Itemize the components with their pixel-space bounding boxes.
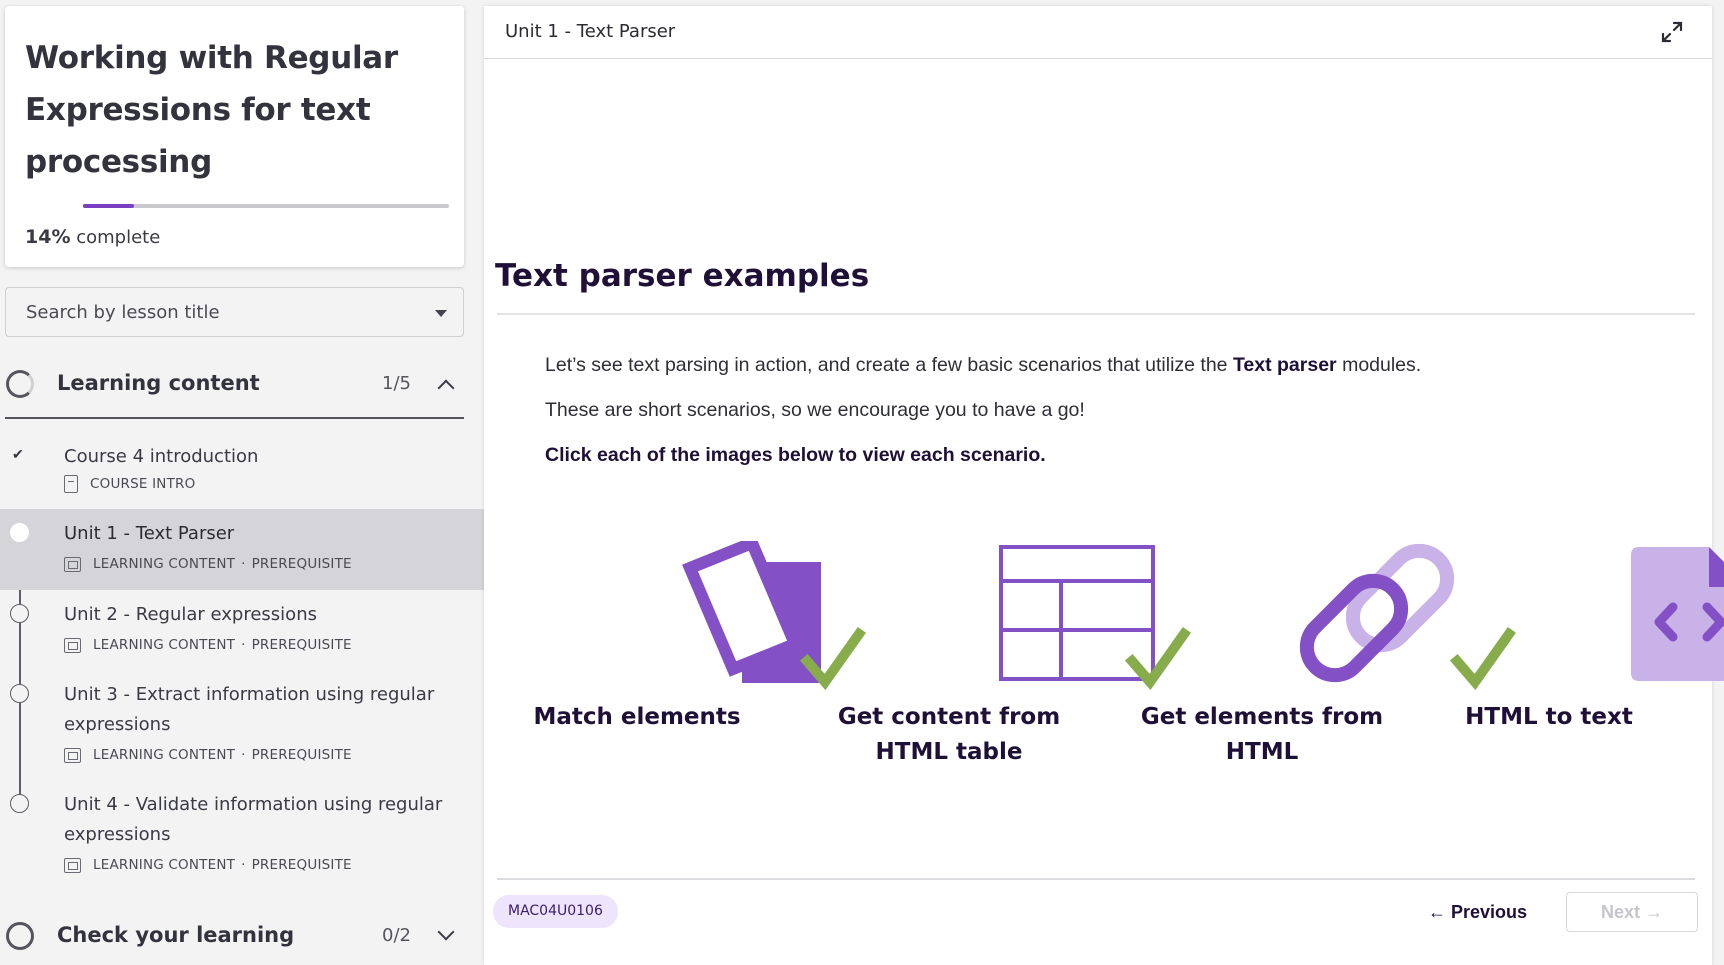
course-sidebar: Working with Regular Expressions for tex…	[0, 0, 484, 965]
section-label: Check your learning	[57, 923, 295, 947]
previous-label: Previous	[1451, 902, 1528, 922]
lesson-header-title: Unit 1 - Text Parser	[505, 21, 676, 42]
progress-bar	[83, 204, 449, 208]
lesson-header: Unit 1 - Text Parser	[484, 6, 1712, 59]
intro-text-bold: Text parser	[1232, 354, 1337, 376]
progress-percent: 14%	[25, 226, 71, 248]
presentation-icon	[64, 747, 81, 763]
lesson-tag: PREREQUISITE	[251, 637, 352, 653]
lesson-title: Unit 4 - Validate information using regu…	[64, 794, 443, 845]
meta-separator: ·	[241, 637, 246, 653]
chevron-up-icon	[437, 379, 455, 397]
previous-button[interactable]: ← Previous	[1428, 895, 1527, 929]
lesson-item-unit-3[interactable]: Unit 3 - Extract information using regul…	[0, 670, 484, 780]
section-progress-ring-icon	[6, 370, 34, 398]
section-progress-ring-icon	[6, 922, 34, 950]
lesson-tag: PREREQUISITE	[251, 747, 352, 763]
scenario-card-html-elements[interactable]: Get elements from HTML	[1132, 541, 1516, 771]
lesson-meta: LEARNING CONTENT · PREREQUISITE	[64, 635, 352, 655]
title-divider	[497, 313, 1695, 315]
expand-icon[interactable]	[1660, 20, 1684, 44]
presentation-icon	[64, 556, 81, 572]
scenario-card-label: Get elements from HTML	[1140, 704, 1384, 765]
scenario-card-html-table[interactable]: Get content from HTML table	[819, 541, 1191, 771]
progress-bar-fill	[83, 204, 135, 208]
code-file-icon	[1631, 547, 1724, 681]
section-divider	[5, 417, 464, 419]
lesson-tag: PREREQUISITE	[251, 857, 352, 873]
lesson-tag: PREREQUISITE	[251, 556, 352, 572]
meta-separator: ·	[241, 857, 246, 873]
encouragement-paragraph: These are short scenarios, so we encoura…	[545, 399, 1085, 421]
lesson-item-unit-2[interactable]: Unit 2 - Regular expressions LEARNING CO…	[0, 590, 484, 670]
lesson-status-dot-icon	[10, 684, 29, 703]
progress-text: 14% complete	[25, 226, 160, 248]
lesson-search-select[interactable]: Search by lesson title	[5, 287, 464, 337]
lesson-status-dot-icon	[10, 604, 29, 623]
lesson-meta: LEARNING CONTENT · PREREQUISITE	[64, 745, 352, 765]
lesson-type: LEARNING CONTENT	[93, 857, 236, 873]
scenario-card-match-elements[interactable]: Match elements	[507, 541, 866, 771]
lesson-type: LEARNING CONTENT	[93, 637, 236, 653]
lesson-meta: COURSE INTRO	[64, 474, 195, 494]
lesson-title: Course 4 introduction	[64, 446, 259, 467]
intro-paragraph: Let’s see text parsing in action, and cr…	[545, 354, 1421, 377]
lesson-meta: LEARNING CONTENT · PREREQUISITE	[64, 554, 352, 574]
chevron-down-icon	[437, 923, 455, 941]
lesson-status-dot-icon	[10, 794, 29, 813]
lesson-item-unit-4[interactable]: Unit 4 - Validate information using regu…	[0, 780, 484, 890]
lesson-title: Unit 1 - Text Parser	[64, 523, 235, 544]
lesson-meta: LEARNING CONTENT · PREREQUISITE	[64, 855, 352, 875]
meta-separator: ·	[241, 556, 246, 572]
lesson-title: Unit 3 - Extract information using regul…	[64, 684, 435, 735]
lesson-type: LEARNING CONTENT	[93, 747, 236, 763]
section-label: Learning content	[57, 371, 260, 395]
instruction-paragraph: Click each of the images below to view e…	[545, 444, 1046, 466]
lesson-type: LEARNING CONTENT	[93, 556, 236, 572]
lesson-item-unit-1[interactable]: Unit 1 - Text Parser LEARNING CONTENT · …	[0, 509, 484, 590]
caret-down-icon	[435, 310, 447, 317]
lesson-content-panel: Unit 1 - Text Parser Text parser example…	[484, 6, 1724, 965]
unit-code-badge: MAC04U0106	[493, 895, 618, 928]
lesson-status-dot-icon	[10, 523, 29, 542]
arrow-right-icon: →	[1645, 902, 1664, 922]
presentation-icon	[64, 637, 81, 653]
lesson-title: Unit 2 - Regular expressions	[64, 604, 317, 625]
lesson-type: COURSE INTRO	[90, 476, 196, 492]
section-learning-content[interactable]: Learning content 1/5	[0, 354, 464, 414]
intro-text-post: modules.	[1336, 354, 1422, 376]
footer-divider	[497, 878, 1695, 880]
lesson-search-placeholder: Search by lesson title	[26, 302, 220, 323]
document-icon	[64, 475, 78, 493]
scenario-card-html-to-text[interactable]: HTML to text	[1419, 541, 1724, 771]
presentation-icon	[64, 857, 81, 873]
scenario-card-label: HTML to text	[1465, 704, 1633, 730]
intro-text-pre: Let’s see text parsing in action, and cr…	[545, 354, 1233, 376]
progress-suffix: complete	[76, 227, 161, 248]
section-count: 1/5	[382, 373, 411, 394]
arrow-left-icon: ←	[1428, 902, 1446, 922]
course-card: Working with Regular Expressions for tex…	[5, 6, 464, 267]
next-label: Next	[1600, 902, 1640, 922]
lesson-item-course-intro[interactable]: ✔ Course 4 introduction COURSE INTRO	[0, 436, 484, 508]
section-check-your-learning[interactable]: Check your learning 0/2	[0, 906, 464, 965]
next-button[interactable]: Next →	[1566, 892, 1698, 932]
section-count: 0/2	[382, 925, 411, 946]
course-title: Working with Regular Expressions for tex…	[25, 40, 398, 180]
page-title: Text parser examples	[495, 258, 870, 294]
scenario-card-label: Match elements	[533, 704, 741, 730]
scenario-card-label: Get content from HTML table	[837, 704, 1061, 765]
meta-separator: ·	[241, 747, 246, 763]
checkmark-icon: ✔	[12, 446, 24, 462]
